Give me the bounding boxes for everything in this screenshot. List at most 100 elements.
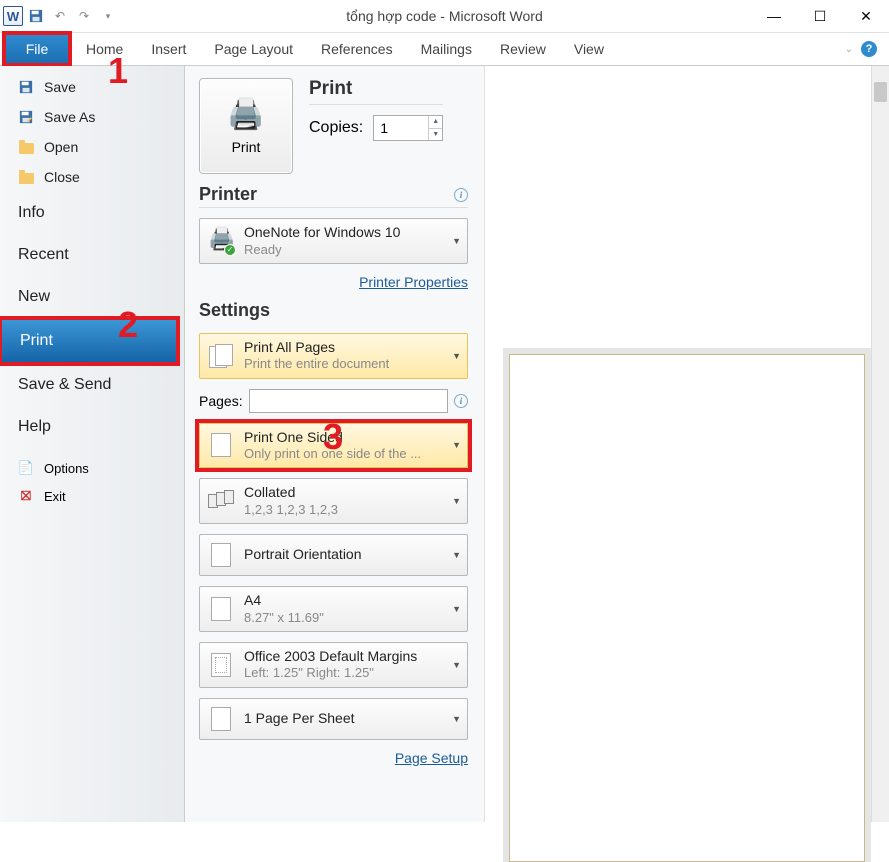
printer-status-icon: 🖨️✓	[208, 226, 234, 256]
help-icon[interactable]: ?	[861, 41, 877, 57]
printer-info-icon[interactable]: i	[454, 188, 468, 202]
pages-info-icon[interactable]: i	[454, 394, 468, 408]
sidebar-help[interactable]: Help	[0, 406, 184, 448]
copies-spinner[interactable]: ▲▼	[428, 116, 442, 140]
qat-dropdown-icon[interactable]: ▾	[97, 5, 119, 27]
sidebar-options[interactable]: 📄 Options	[0, 454, 184, 482]
mailings-tab[interactable]: Mailings	[407, 33, 486, 65]
save-qat-button[interactable]	[25, 5, 47, 27]
maximize-button[interactable]: ☐	[797, 0, 843, 33]
view-tab[interactable]: View	[560, 33, 618, 65]
sidebar-close-label: Close	[44, 169, 80, 185]
references-tab[interactable]: References	[307, 33, 407, 65]
page-icon	[208, 430, 234, 460]
insert-tab[interactable]: Insert	[137, 33, 200, 65]
chevron-down-icon: ▼	[452, 714, 461, 724]
collate-title: Collated	[244, 484, 338, 502]
sidebar-open-label: Open	[44, 139, 78, 155]
options-icon: 📄	[18, 460, 34, 476]
annotation-marker-3: 3	[323, 416, 343, 458]
backstage-sidebar: Save Save As Open Close Info Recent New …	[0, 66, 185, 822]
chevron-down-icon: ▼	[452, 496, 461, 506]
settings-header: Settings	[199, 300, 270, 321]
collate-sub: 1,2,3 1,2,3 1,2,3	[244, 502, 338, 518]
file-tab[interactable]: File	[2, 31, 72, 67]
paper-title: A4	[244, 592, 324, 610]
print-range-dropdown[interactable]: Print All PagesPrint the entire document…	[199, 333, 468, 379]
chevron-down-icon: ▼	[452, 351, 461, 361]
chevron-down-icon: ▼	[452, 550, 461, 560]
print-button-label: Print	[232, 139, 261, 155]
sidebar-save-as[interactable]: Save As	[0, 102, 184, 132]
sidebar-info[interactable]: Info	[0, 192, 184, 234]
sidebar-save-send[interactable]: Save & Send	[0, 364, 184, 406]
chevron-down-icon: ▼	[452, 440, 461, 450]
print-header: Print	[309, 78, 443, 100]
sidebar-save-label: Save	[44, 79, 76, 95]
close-file-icon	[18, 169, 34, 185]
redo-button[interactable]: ↷	[73, 5, 95, 27]
margins-title: Office 2003 Default Margins	[244, 648, 417, 666]
margins-dropdown[interactable]: Office 2003 Default MarginsLeft: 1.25" R…	[199, 642, 468, 688]
annotation-marker-1: 1	[108, 50, 128, 92]
pages-label: Pages:	[199, 393, 243, 409]
ribbon-tabs: File Home Insert Page Layout References …	[0, 33, 889, 66]
printer-status: Ready	[244, 242, 400, 258]
collate-dropdown[interactable]: Collated1,2,3 1,2,3 1,2,3 ▼	[199, 478, 468, 524]
pages-icon	[208, 341, 234, 371]
orientation-dropdown[interactable]: Portrait Orientation ▼	[199, 534, 468, 576]
print-range-sub: Print the entire document	[244, 356, 389, 372]
sheet-title: 1 Page Per Sheet	[244, 710, 355, 728]
sidebar-recent[interactable]: Recent	[0, 234, 184, 276]
open-icon	[18, 139, 34, 155]
undo-button[interactable]: ↶	[49, 5, 71, 27]
copies-label: Copies:	[309, 119, 363, 137]
portrait-icon	[208, 540, 234, 570]
sidebar-open[interactable]: Open	[0, 132, 184, 162]
margins-icon	[208, 650, 234, 680]
page-setup-link[interactable]: Page Setup	[199, 750, 468, 766]
printer-dropdown[interactable]: 🖨️✓ OneNote for Windows 10 Ready ▼	[199, 218, 468, 264]
review-tab[interactable]: Review	[486, 33, 560, 65]
sheet-icon	[208, 704, 234, 734]
pages-per-sheet-dropdown[interactable]: 1 Page Per Sheet ▼	[199, 698, 468, 740]
sidebar-new[interactable]: New	[0, 276, 184, 318]
sidebar-save[interactable]: Save	[0, 72, 184, 102]
preview-scrollbar[interactable]	[871, 66, 889, 822]
paper-sub: 8.27" x 11.69"	[244, 610, 324, 626]
margins-sub: Left: 1.25" Right: 1.25"	[244, 665, 417, 681]
word-app-icon[interactable]: W	[3, 6, 23, 26]
orientation-title: Portrait Orientation	[244, 546, 362, 564]
scroll-thumb[interactable]	[874, 82, 887, 102]
printer-properties-link[interactable]: Printer Properties	[199, 274, 468, 290]
sidebar-options-label: Options	[44, 461, 89, 476]
title-bar: W ↶ ↷ ▾ tổng hợp code - Microsoft Word —…	[0, 0, 889, 33]
paper-size-dropdown[interactable]: A48.27" x 11.69" ▼	[199, 586, 468, 632]
save-as-icon	[18, 109, 34, 125]
sidebar-print-label: Print	[20, 332, 53, 349]
pages-input[interactable]	[249, 389, 448, 413]
print-button[interactable]: 🖨️ Print	[199, 78, 293, 174]
sidebar-saveas-label: Save As	[44, 109, 95, 125]
window-title: tổng hợp code - Microsoft Word	[346, 8, 542, 24]
save-icon	[18, 79, 34, 95]
printer-name: OneNote for Windows 10	[244, 224, 400, 242]
close-window-button[interactable]: ✕	[843, 0, 889, 33]
sidebar-print[interactable]: Print	[0, 316, 180, 366]
chevron-down-icon: ▼	[452, 604, 461, 614]
printer-section-header: Printer	[199, 184, 257, 205]
chevron-down-icon: ▼	[452, 236, 461, 246]
sidebar-close[interactable]: Close	[0, 162, 184, 192]
print-preview	[485, 66, 889, 822]
preview-page	[509, 354, 865, 862]
paper-icon	[208, 594, 234, 624]
chevron-down-icon: ▼	[452, 660, 461, 670]
sidebar-exit[interactable]: ⛝Exit	[0, 482, 184, 510]
minimize-ribbon-icon[interactable]: ⌄	[845, 44, 853, 55]
window-buttons: — ☐ ✕	[751, 0, 889, 33]
page-layout-tab[interactable]: Page Layout	[200, 33, 307, 65]
exit-icon: ⛝	[18, 488, 34, 504]
minimize-button[interactable]: —	[751, 0, 797, 33]
quick-access-toolbar: W ↶ ↷ ▾	[0, 5, 119, 27]
collate-icon	[208, 486, 234, 516]
